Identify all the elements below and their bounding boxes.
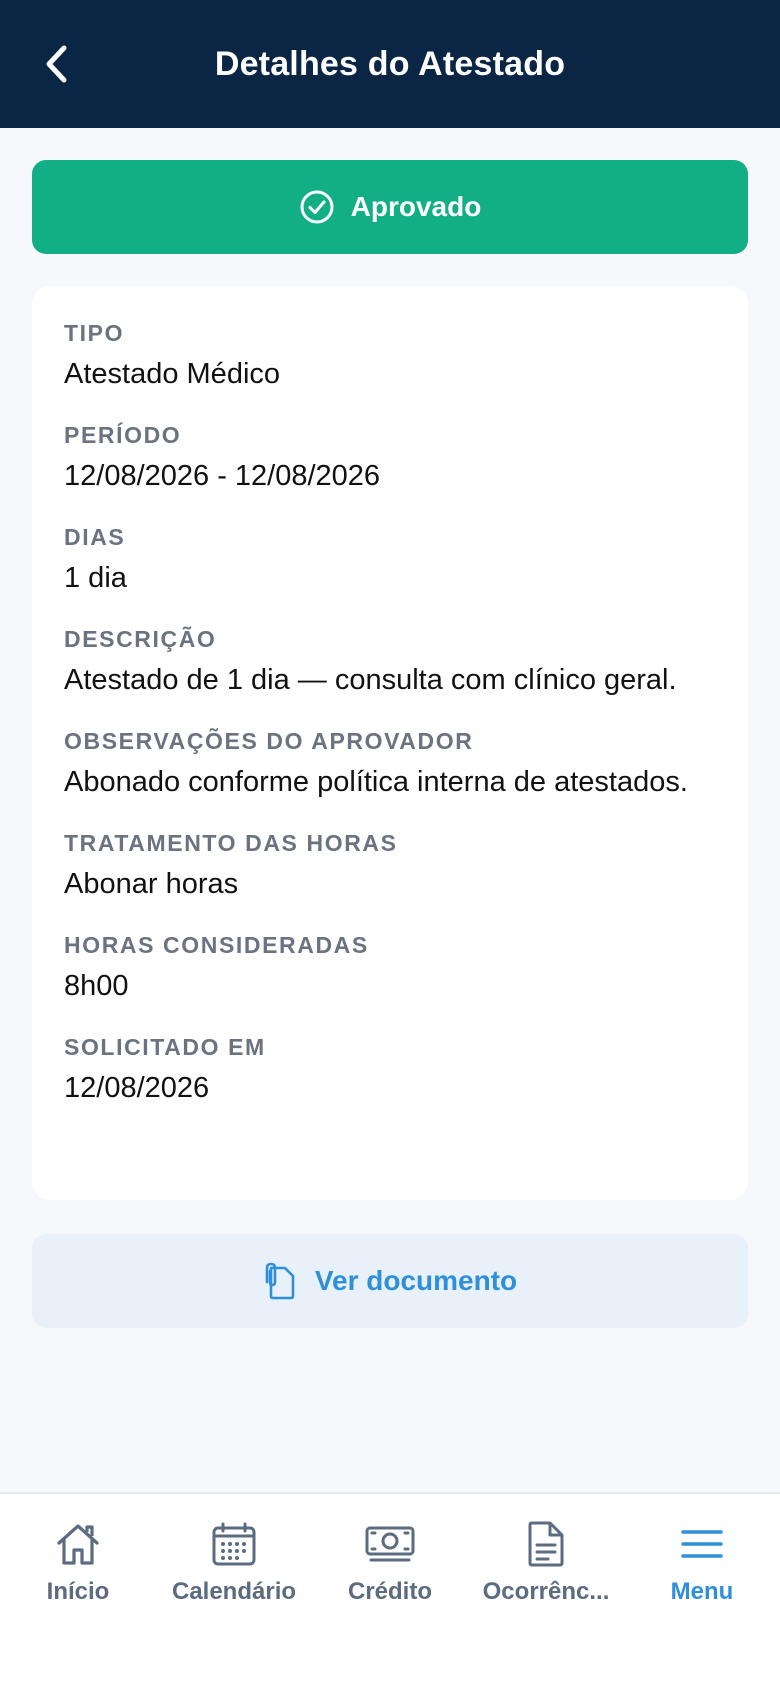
tab-menu[interactable]: Menu <box>624 1516 780 1616</box>
status-label: Aprovado <box>350 191 482 222</box>
view-document-button[interactable]: Ver documento <box>32 1234 748 1328</box>
tab-label: Crédito <box>348 1578 432 1605</box>
field-label: PERÍODO <box>64 422 182 448</box>
app-header: Detalhes do Atestado <box>0 0 780 128</box>
back-button[interactable] <box>36 40 76 88</box>
check-circle-icon <box>300 190 334 224</box>
status-badge: Aprovado <box>32 160 748 254</box>
field-observacoes: OBSERVAÇÕES DO APROVADOR Abonado conform… <box>64 726 716 800</box>
view-document-label: Ver documento <box>314 1265 518 1296</box>
field-label: HORAS CONSIDERADAS <box>64 932 369 958</box>
page-title: Detalhes do Atestado <box>214 44 566 83</box>
tab-inicio[interactable]: Início <box>0 1516 156 1616</box>
field-solicitado: SOLICITADO EM 12/08/2026 <box>64 1032 716 1106</box>
menu-icon <box>681 1530 723 1558</box>
tab-label: Menu <box>670 1578 734 1605</box>
paperclip-document-icon <box>265 1262 295 1300</box>
field-value: 12/08/2026 - 12/08/2026 <box>64 460 381 492</box>
field-periodo: PERÍODO 12/08/2026 - 12/08/2026 <box>64 420 716 494</box>
chevron-left-icon <box>46 45 67 83</box>
tab-calendario[interactable]: Calendário <box>156 1516 312 1616</box>
field-label: TIPO <box>64 320 125 346</box>
field-descricao: DESCRIÇÃO Atestado de 1 dia — consulta c… <box>64 624 716 698</box>
field-tratamento: TRATAMENTO DAS HORAS Abonar horas <box>64 828 716 902</box>
calendar-icon <box>212 1522 256 1566</box>
home-icon <box>57 1524 99 1565</box>
field-dias: DIAS 1 dia <box>64 522 716 596</box>
field-value: 8h00 <box>64 970 129 1002</box>
tab-label: Calendário <box>171 1578 297 1605</box>
field-label: DIAS <box>64 524 126 550</box>
field-horas: HORAS CONSIDERADAS 8h00 <box>64 930 716 1004</box>
field-value: Atestado Médico <box>64 358 281 390</box>
field-label: DESCRIÇÃO <box>64 626 217 652</box>
tab-ocorrencias[interactable]: Ocorrênc... <box>468 1516 624 1616</box>
money-icon <box>365 1526 415 1562</box>
field-value: Abonado conforme política interna de ate… <box>64 766 688 798</box>
field-value: 1 dia <box>64 562 127 594</box>
tab-label: Ocorrênc... <box>482 1578 610 1605</box>
field-value: Atestado de 1 dia — consulta com clínico… <box>64 664 677 696</box>
field-label: OBSERVAÇÕES DO APROVADOR <box>64 728 474 754</box>
field-tipo: TIPO Atestado Médico <box>64 318 716 392</box>
field-value: Abonar horas <box>64 868 239 900</box>
bottom-tab-bar: Início Calendário Crédito Ocorrênc... Me… <box>0 1492 780 1688</box>
details-card: TIPO Atestado Médico PERÍODO 12/08/2026 … <box>32 286 748 1200</box>
tab-credito[interactable]: Crédito <box>312 1516 468 1616</box>
field-label: SOLICITADO EM <box>64 1034 266 1060</box>
document-icon <box>528 1521 564 1567</box>
tab-label: Início <box>46 1578 110 1605</box>
field-value: 12/08/2026 <box>64 1072 210 1104</box>
field-label: TRATAMENTO DAS HORAS <box>64 830 398 856</box>
